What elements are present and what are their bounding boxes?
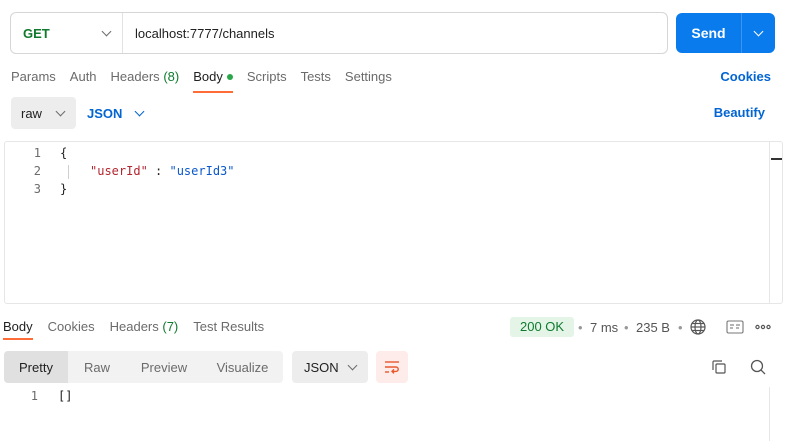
tab-auth-label: Auth — [69, 69, 97, 84]
response-language-dropdown[interactable]: JSON — [292, 351, 368, 383]
tab-scripts[interactable]: Scripts — [247, 69, 287, 93]
body-type-dropdown[interactable]: raw — [11, 97, 76, 129]
response-line: 1 [] — [0, 387, 73, 405]
response-tab-body-label: Body — [3, 319, 33, 334]
headers-count: (8) — [163, 69, 180, 84]
chevron-down-icon — [753, 26, 764, 36]
response-time[interactable]: 7 ms — [590, 320, 618, 335]
tab-scripts-label: Scripts — [246, 69, 287, 84]
method-label: GET — [23, 25, 50, 41]
tab-headers-label: Headers — [110, 69, 160, 84]
response-tab-test-results[interactable]: Test Results — [193, 319, 264, 340]
request-tabs: Params Auth Headers (8) Body Scripts Tes… — [11, 69, 406, 93]
separator-dot: • — [578, 320, 583, 335]
chevron-down-icon — [347, 360, 358, 370]
response-tab-body[interactable]: Body — [3, 319, 33, 340]
request-body-editor[interactable]: 1 { 2 "userId" : "userId3" 3 } — [4, 141, 783, 304]
json-separator: : — [147, 164, 170, 178]
wrap-lines-icon — [385, 361, 399, 374]
send-options-dropdown[interactable] — [742, 13, 775, 53]
tab-auth[interactable]: Auth — [70, 69, 97, 93]
response-tab-test-results-label: Test Results — [193, 319, 265, 334]
chevron-down-icon — [134, 106, 145, 116]
tab-params-label: Params — [11, 69, 56, 84]
body-language-label: JSON — [87, 105, 123, 121]
json-value: "userId3" — [169, 164, 235, 178]
tab-tests[interactable]: Tests — [301, 69, 331, 93]
line-number: 1 — [30, 389, 38, 403]
body-language-dropdown[interactable]: JSON — [87, 97, 145, 129]
globe-icon[interactable] — [689, 318, 707, 336]
tab-settings-label: Settings — [344, 69, 392, 84]
save-response-icon[interactable] — [725, 319, 745, 335]
response-headers-count: (7) — [162, 319, 179, 334]
response-tab-cookies[interactable]: Cookies — [48, 319, 95, 340]
search-icon[interactable] — [749, 358, 767, 376]
response-tabs: Body Cookies Headers (7) Test Results — [3, 319, 279, 340]
response-tab-headers[interactable]: Headers (7) — [110, 319, 179, 340]
tab-body-label: Body — [193, 69, 223, 84]
line-number: 1 — [33, 146, 41, 160]
response-format-group: Pretty Raw Preview Visualize — [4, 351, 283, 383]
format-raw[interactable]: Raw — [68, 351, 126, 383]
chevron-down-icon — [101, 26, 112, 36]
editor-line: 3 } — [5, 180, 67, 198]
send-button-group: Send — [676, 13, 775, 53]
scroll-marker — [771, 158, 782, 160]
format-pretty[interactable]: Pretty — [4, 351, 68, 383]
cookies-link[interactable]: Cookies — [720, 69, 771, 84]
json-key: "userId" — [90, 164, 148, 178]
format-preview[interactable]: Preview — [126, 351, 202, 383]
editor-line: 1 { — [5, 144, 67, 162]
separator-dot: • — [624, 320, 629, 335]
method-selector[interactable]: GET — [11, 13, 123, 53]
status-badge[interactable]: 200 OK — [510, 317, 575, 337]
wrap-lines-button[interactable] — [376, 351, 408, 383]
line-code: } — [60, 182, 68, 196]
tab-settings[interactable]: Settings — [345, 69, 392, 93]
line-code: [] — [58, 389, 73, 403]
line-code: { — [60, 146, 68, 160]
line-code: "userId" : "userId3" — [41, 162, 235, 180]
url-input[interactable] — [123, 13, 667, 53]
chevron-down-icon — [55, 106, 66, 116]
line-number: 3 — [33, 182, 41, 196]
response-scrollbar[interactable] — [769, 387, 790, 441]
tab-params[interactable]: Params — [11, 69, 56, 93]
response-tab-headers-label: Headers — [109, 319, 159, 334]
editor-line: 2 "userId" : "userId3" — [5, 162, 235, 180]
format-visualize[interactable]: Visualize — [202, 351, 283, 383]
tab-headers[interactable]: Headers (8) — [111, 69, 180, 93]
editor-scrollbar[interactable] — [769, 142, 782, 303]
send-button[interactable]: Send — [676, 13, 742, 53]
response-size[interactable]: 235 B — [636, 320, 670, 335]
url-bar: GET — [10, 12, 668, 54]
separator-dot: • — [678, 320, 683, 335]
beautify-button[interactable]: Beautify — [714, 105, 765, 120]
body-type-label: raw — [21, 105, 42, 121]
more-options-icon[interactable] — [754, 319, 772, 335]
response-tab-cookies-label: Cookies — [47, 319, 95, 334]
tab-body[interactable]: Body — [193, 69, 233, 93]
response-language-label: JSON — [304, 359, 339, 375]
line-number: 2 — [33, 164, 41, 178]
body-modified-dot — [226, 73, 233, 80]
tab-tests-label: Tests — [300, 69, 331, 84]
postman-request-view: GET Send Params Auth Headers (8) Body Sc… — [0, 0, 790, 441]
copy-icon[interactable] — [710, 358, 728, 376]
